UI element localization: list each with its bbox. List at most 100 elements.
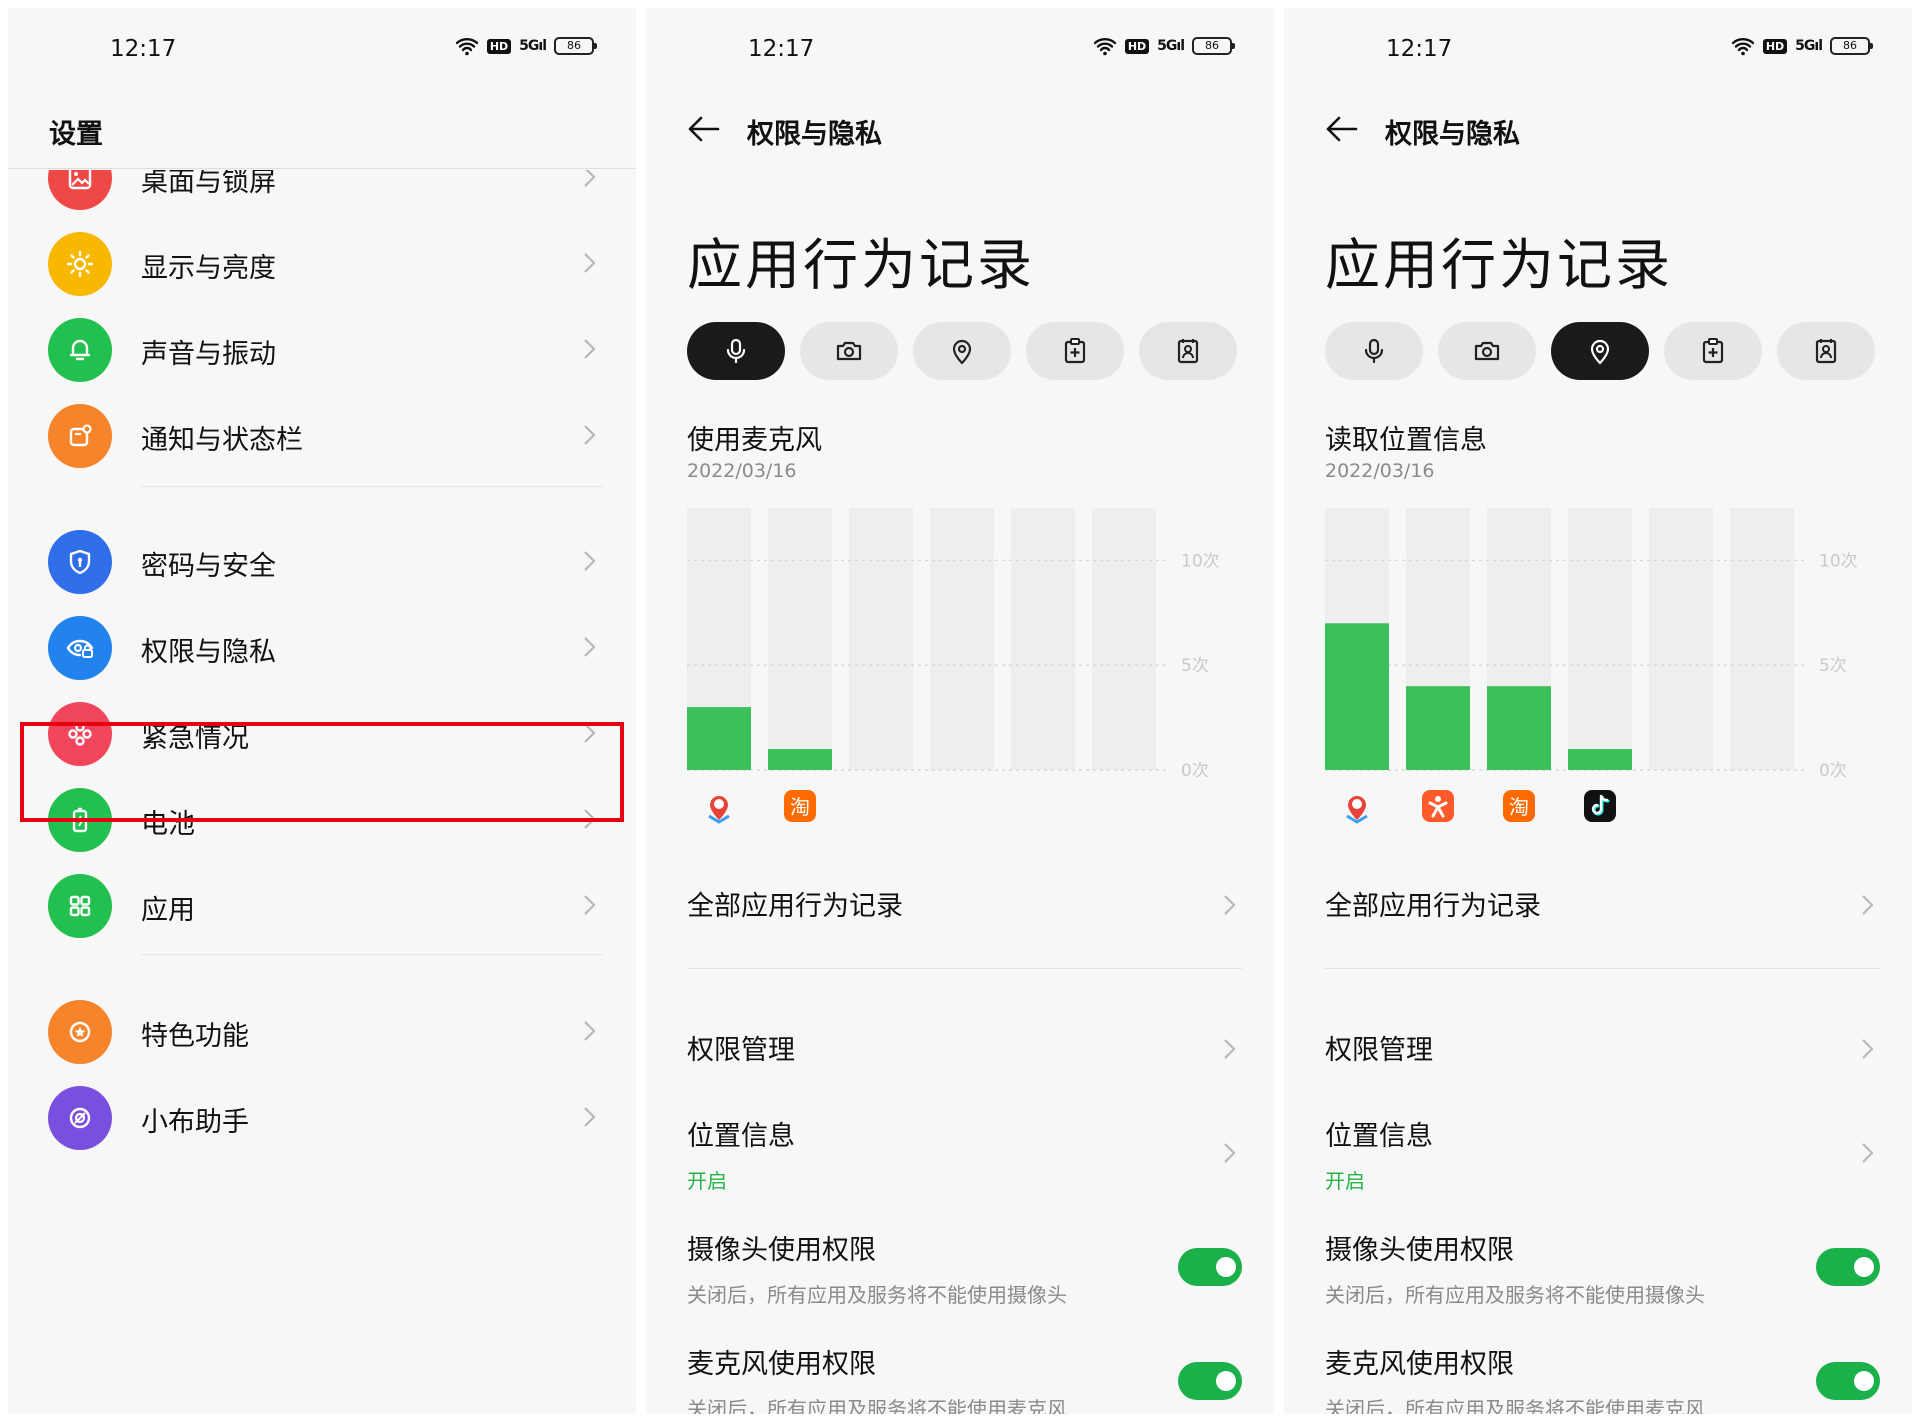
chart-date: 2022/03/16 [687, 460, 797, 482]
settings-item-apps[interactable]: 应用 [8, 856, 636, 956]
category-mic[interactable] [687, 322, 785, 380]
category-camera[interactable] [1438, 322, 1536, 380]
all-records-row[interactable]: 全部应用行为记录 [687, 884, 1242, 930]
toggle-knob [1216, 1257, 1236, 1277]
mic-permission-row: 麦克风使用权限 关闭后，所有应用及服务将不能使用麦克风 [1325, 1342, 1880, 1414]
taobao-icon: 淘 [784, 790, 816, 822]
status-bar: 12:17 HD 5Gıl 86 [646, 30, 1274, 70]
permission-management-row[interactable]: 权限管理 [1325, 1028, 1880, 1067]
category-contacts[interactable] [1777, 322, 1875, 380]
settings-item-assistant[interactable]: 小布助手 [8, 1068, 636, 1168]
camera-icon [836, 341, 862, 361]
hd-badge: HD [1124, 38, 1150, 54]
data-bar [1487, 686, 1551, 770]
data-bar [768, 749, 832, 770]
mic-permission-label: 麦克风使用权限 [687, 1349, 876, 1380]
bar-background [1568, 508, 1632, 770]
category-contacts[interactable] [1139, 322, 1237, 380]
settings-item-privacy[interactable]: 权限与隐私 [8, 598, 636, 698]
network-type: 5G [519, 38, 539, 54]
y-tick-label: 10次 [1181, 551, 1220, 571]
back-arrow-icon[interactable] [686, 114, 720, 144]
icon-dot [1352, 799, 1362, 809]
location-status: 开启 [1325, 1169, 1365, 1193]
page-title: 设置 [49, 119, 103, 150]
toggle-knob [1854, 1371, 1874, 1391]
taobao-icon: 淘 [1503, 790, 1535, 822]
category-mic[interactable] [1325, 322, 1423, 380]
wifi-icon [455, 38, 479, 56]
y-tick-label: 10次 [1819, 551, 1858, 571]
hd-badge: HD [486, 38, 512, 54]
battery-indicator: 86 [1192, 37, 1235, 55]
chevron-right-icon [584, 1107, 596, 1127]
header-title: 权限与隐私 [747, 119, 882, 150]
location-icon [1590, 339, 1610, 365]
chevron-right-icon [1862, 1143, 1874, 1163]
notification-icon [48, 404, 112, 468]
all-records-row[interactable]: 全部应用行为记录 [1325, 884, 1880, 930]
data-bar [687, 707, 751, 770]
chevron-right-icon [584, 551, 596, 571]
settings-item-label: 显示与亮度 [141, 253, 276, 284]
usage-bar-chart: 10次 5次 0次淘 [1325, 508, 1858, 824]
shield-icon [48, 530, 112, 594]
chevron-right-icon [1862, 1039, 1874, 1059]
back-arrow-icon[interactable] [1324, 114, 1358, 144]
chevron-right-icon [584, 637, 596, 657]
metric-label: 读取位置信息 [1325, 425, 1487, 456]
category-clipboard[interactable] [1026, 322, 1124, 380]
header-title: 权限与隐私 [1385, 119, 1520, 150]
bar-background [1649, 508, 1713, 770]
status-bar: 12:17 HD 5Gıl 86 [1284, 30, 1912, 70]
location-icon [952, 339, 972, 365]
category-location[interactable] [913, 322, 1011, 380]
network-type: 5G [1795, 38, 1815, 54]
camera-permission-row: 摄像头使用权限 关闭后，所有应用及服务将不能使用摄像头 [687, 1228, 1242, 1308]
signal-icon: 5Gıl [519, 38, 547, 54]
status-bar: 12:17 HD 5Gıl 86 [8, 30, 636, 70]
settings-item-label: 密码与安全 [141, 551, 276, 582]
category-pills [1325, 322, 1875, 380]
sun-icon [48, 232, 112, 296]
chevron-right-icon [1224, 1039, 1236, 1059]
clipboard-icon [1064, 338, 1086, 364]
settings-item-display[interactable]: 显示与亮度 [8, 214, 636, 314]
location-row[interactable]: 位置信息 开启 [687, 1114, 1242, 1194]
permission-management-row[interactable]: 权限管理 [687, 1028, 1242, 1067]
mic-permission-row: 麦克风使用权限 关闭后，所有应用及服务将不能使用麦克风 [687, 1342, 1242, 1414]
bar-background [1092, 508, 1156, 770]
bar-background [768, 508, 832, 770]
camera-permission-toggle[interactable] [1816, 1248, 1880, 1286]
settings-screen: 12:17 HD 5Gıl 86 设置 桌面与锁屏 显示与亮度 声音与振动 通知… [8, 8, 636, 1414]
keep-app-icon [1422, 790, 1454, 822]
contacts-icon [1177, 339, 1199, 364]
camera-permission-toggle[interactable] [1178, 1248, 1242, 1286]
mic-permission-desc: 关闭后，所有应用及服务将不能使用麦克风 [1325, 1397, 1705, 1414]
chevron-right-icon [584, 425, 596, 445]
camera-icon [1474, 341, 1500, 361]
mic-permission-toggle[interactable] [1816, 1362, 1880, 1400]
settings-item-sound[interactable]: 声音与振动 [8, 300, 636, 400]
chart-date: 2022/03/16 [1325, 460, 1435, 482]
settings-item-label: 桌面与锁屏 [141, 170, 276, 198]
privacy-eye-icon [48, 616, 112, 680]
settings-item-notification[interactable]: 通知与状态栏 [8, 386, 636, 486]
category-location[interactable] [1551, 322, 1649, 380]
icon-head [1435, 796, 1441, 802]
mic-permission-toggle[interactable] [1178, 1362, 1242, 1400]
category-camera[interactable] [800, 322, 898, 380]
camera-permission-label: 摄像头使用权限 [1325, 1235, 1514, 1266]
camera-permission-desc: 关闭后，所有应用及服务将不能使用摄像头 [1325, 1283, 1705, 1307]
bar-background [1730, 508, 1794, 770]
settings-item-label: 声音与振动 [141, 339, 276, 370]
settings-item-features[interactable]: 特色功能 [8, 982, 636, 1082]
category-clipboard[interactable] [1664, 322, 1762, 380]
star-icon [48, 1000, 112, 1064]
location-row[interactable]: 位置信息 开启 [1325, 1114, 1880, 1194]
settings-item-security[interactable]: 密码与安全 [8, 512, 636, 612]
location-label: 位置信息 [1325, 1121, 1433, 1152]
all-records-label: 全部应用行为记录 [1325, 891, 1541, 922]
bar-background [930, 508, 994, 770]
signal-icon: 5Gıl [1157, 38, 1185, 54]
